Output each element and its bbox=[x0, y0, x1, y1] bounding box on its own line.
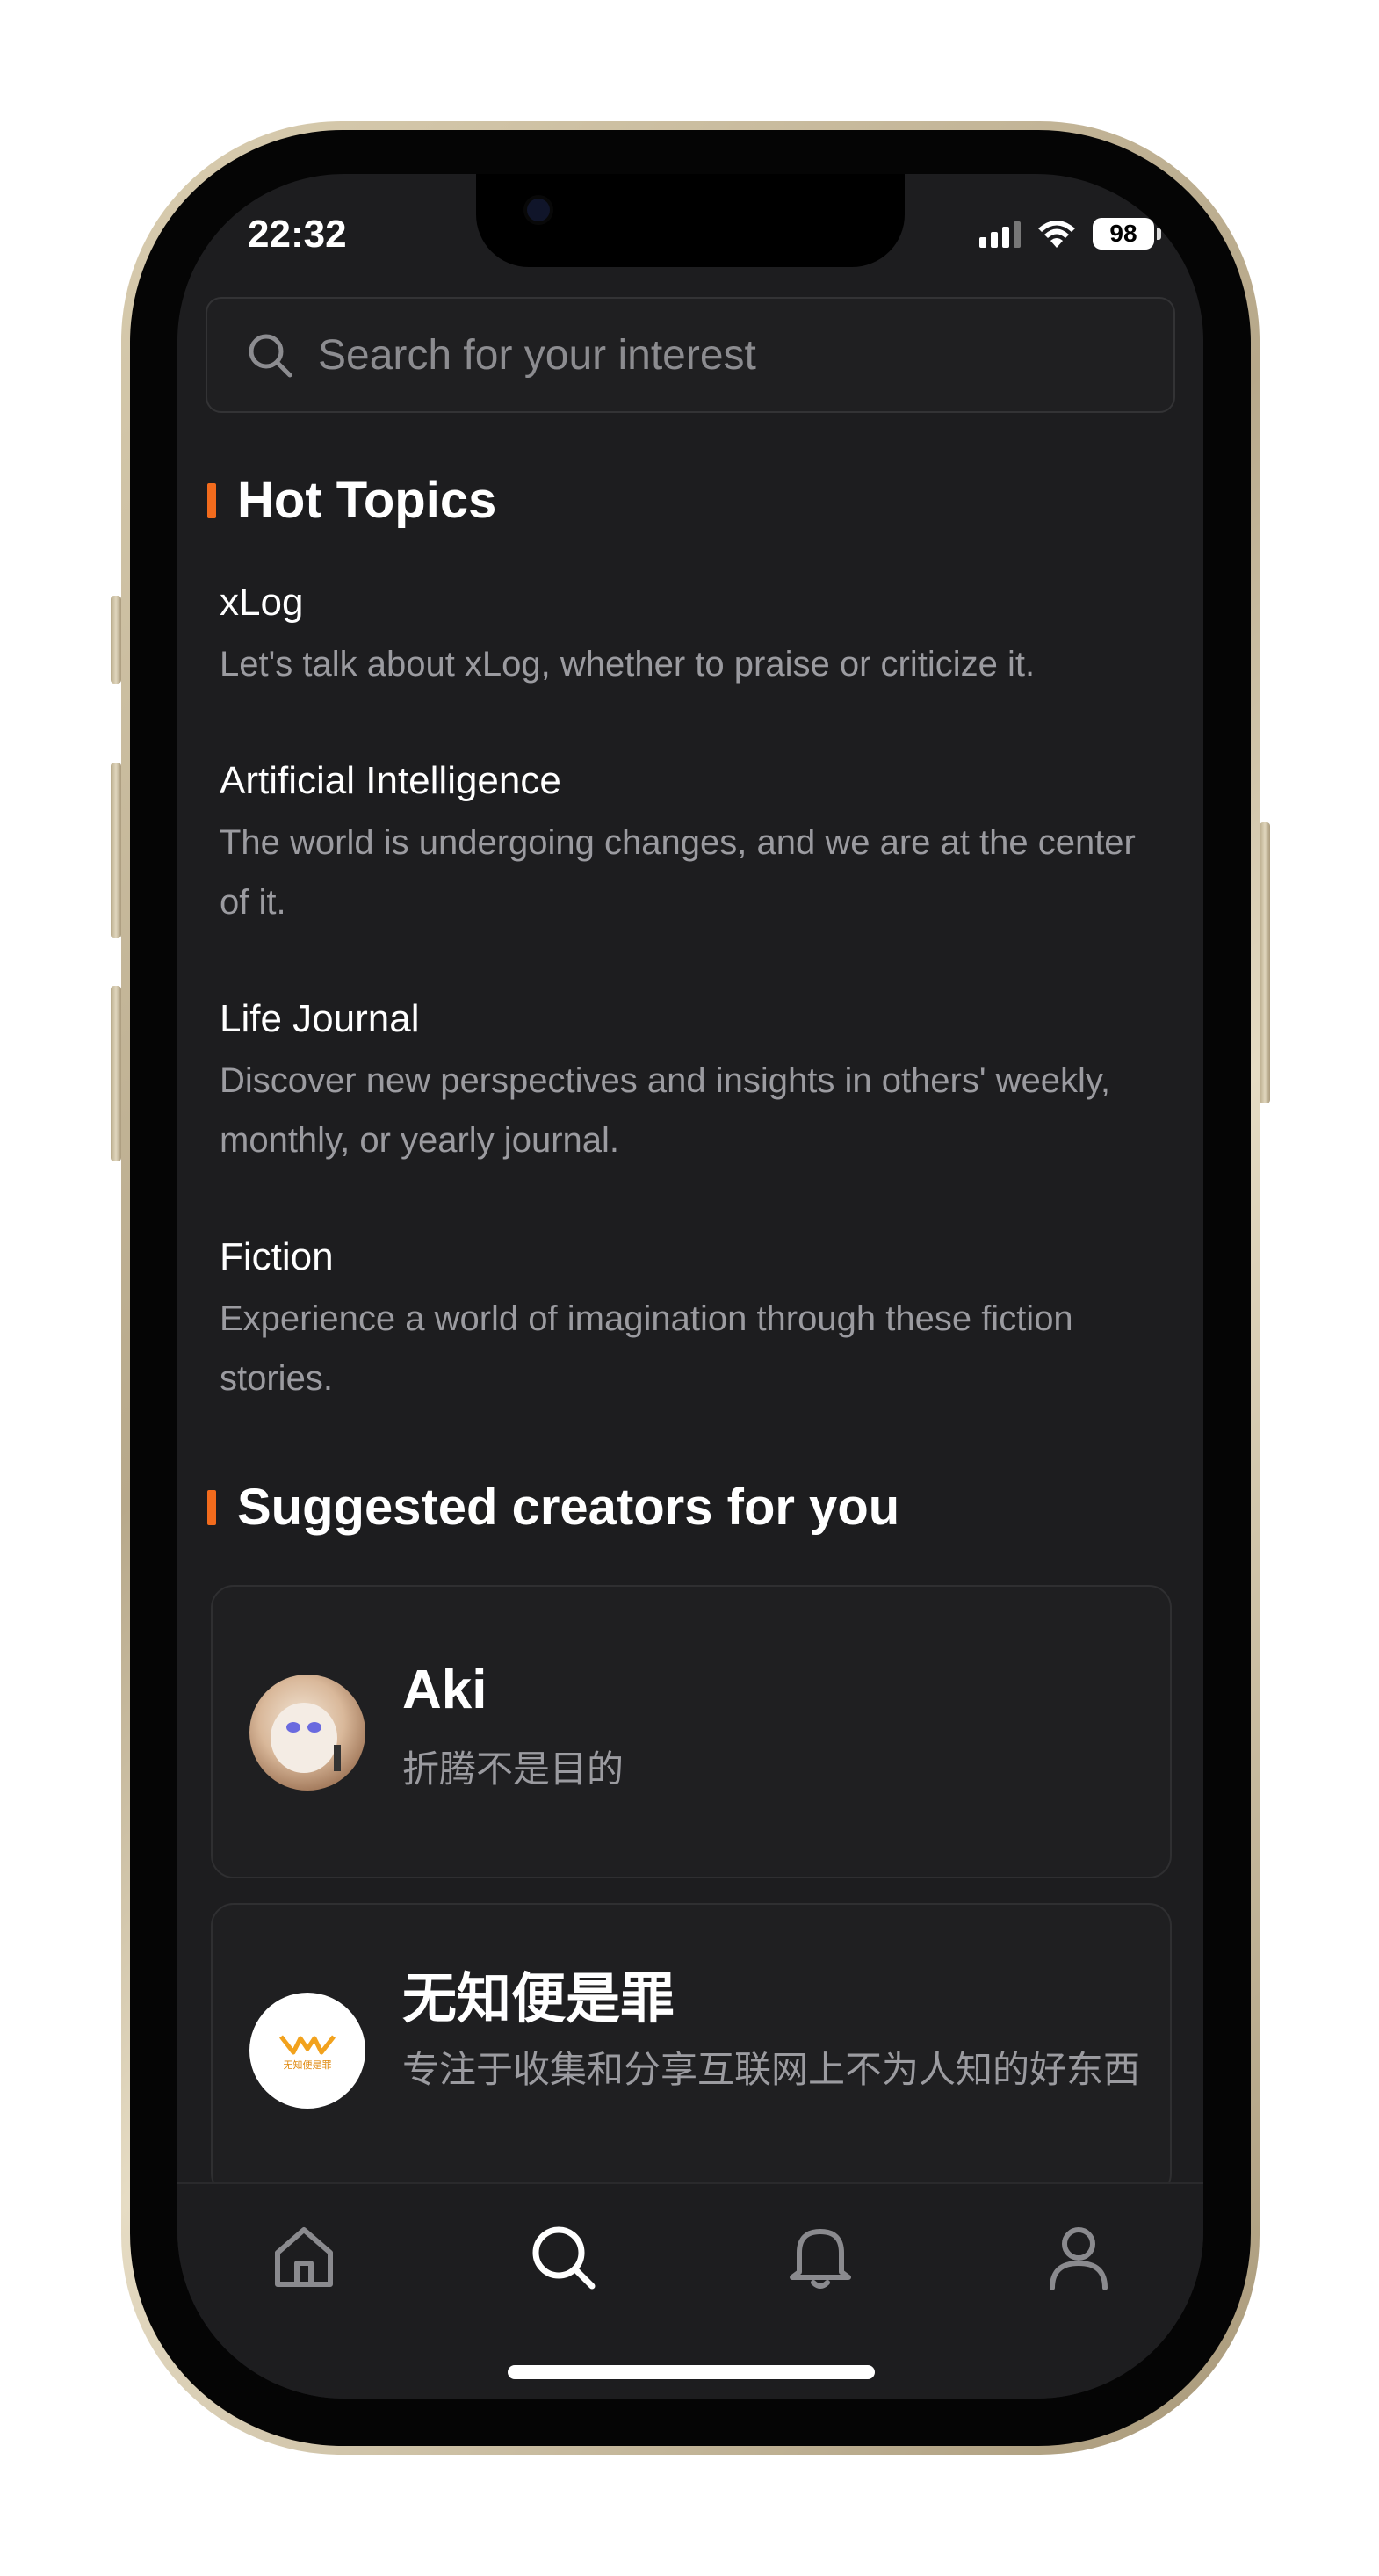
creator-bio: 专注于收集和分享互联网上不为人知的好东西 bbox=[402, 2049, 1141, 2090]
creator-card-aki[interactable]: Aki 折腾不是目的 bbox=[211, 1585, 1172, 1878]
logo-text: 无知便是罪 bbox=[283, 2060, 332, 2071]
home-icon[interactable] bbox=[267, 2219, 341, 2293]
creator-card-wuzhi[interactable]: 无知便是罪 无知便是罪 专注于收集和分享互联网上不为人知的好东西 bbox=[211, 1903, 1172, 2196]
cat-avatar-image bbox=[271, 1703, 341, 1773]
front-camera bbox=[527, 199, 550, 221]
home-indicator[interactable] bbox=[508, 2365, 875, 2379]
topic-description: Experience a world of imagination throug… bbox=[220, 1299, 1073, 1398]
search-input[interactable]: Search for your interest bbox=[206, 297, 1175, 413]
wifi-icon bbox=[1038, 221, 1075, 248]
topic-title: xLog bbox=[220, 581, 304, 624]
topic-title: Fiction bbox=[220, 1235, 334, 1278]
topic-description: Discover new perspectives and insights i… bbox=[220, 1061, 1111, 1160]
battery-cap bbox=[1157, 228, 1161, 240]
topic-fiction[interactable]: Fiction Experience a world of imaginatio… bbox=[220, 1231, 1168, 1408]
search-placeholder: Search for your interest bbox=[318, 331, 756, 379]
creator-bio: 折腾不是目的 bbox=[402, 1748, 625, 1790]
creator-name: Aki bbox=[402, 1660, 487, 1720]
status-indicators: 98 bbox=[979, 218, 1161, 250]
topic-artificial-intelligence[interactable]: Artificial Intelligence The world is und… bbox=[220, 755, 1168, 932]
power-button bbox=[1260, 822, 1270, 1103]
battery-level: 98 bbox=[1093, 218, 1154, 250]
topic-title: Life Journal bbox=[220, 997, 420, 1040]
screen: 22:32 98 Search for your interest Hot To… bbox=[177, 174, 1203, 2399]
notch bbox=[476, 174, 905, 267]
section-accent-bar bbox=[207, 1489, 216, 1525]
avatar bbox=[249, 1675, 365, 1791]
suggested-creators-heading: Suggested creators for you bbox=[237, 1479, 900, 1536]
battery-indicator: 98 bbox=[1093, 218, 1161, 250]
topic-xlog[interactable]: xLog Let's talk about xLog, whether to p… bbox=[220, 576, 1168, 694]
volume-down-button bbox=[111, 986, 121, 1161]
logo-icon bbox=[279, 2035, 336, 2055]
search-icon bbox=[249, 334, 292, 378]
silent-switch bbox=[111, 596, 121, 684]
avatar: 无知便是罪 bbox=[249, 1993, 365, 2109]
creator-name: 无知便是罪 bbox=[402, 1969, 675, 2030]
topic-description: Let's talk about xLog, whether to praise… bbox=[220, 645, 1036, 684]
topic-title: Artificial Intelligence bbox=[220, 759, 561, 802]
volume-up-button bbox=[111, 763, 121, 938]
topic-description: The world is undergoing changes, and we … bbox=[220, 823, 1136, 922]
suggested-creators-title: Suggested creators for you bbox=[207, 1478, 899, 1537]
status-time: 22:32 bbox=[248, 213, 347, 256]
search-icon[interactable] bbox=[525, 2219, 599, 2293]
hot-topics-title: Hot Topics bbox=[207, 471, 496, 530]
section-accent-bar bbox=[207, 482, 216, 518]
user-icon[interactable] bbox=[1042, 2219, 1115, 2293]
topic-life-journal[interactable]: Life Journal Discover new perspectives a… bbox=[220, 993, 1168, 1170]
signal-icon bbox=[979, 220, 1021, 248]
bell-icon[interactable] bbox=[783, 2219, 857, 2293]
hot-topics-heading: Hot Topics bbox=[237, 472, 497, 529]
